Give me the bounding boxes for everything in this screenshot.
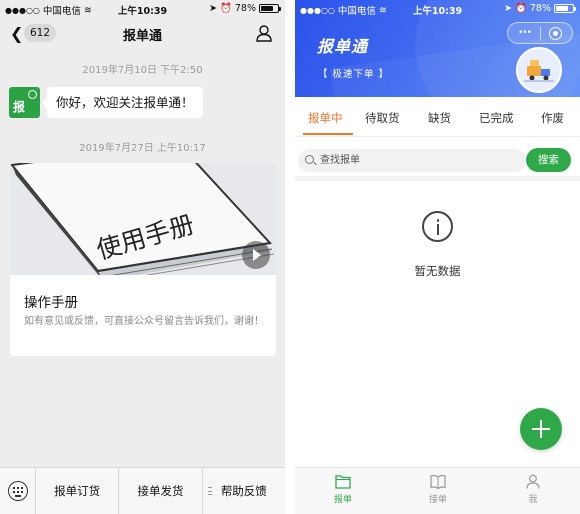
- signal-icon: ●●●○○: [5, 5, 40, 15]
- chat-title: 报单通: [122, 29, 163, 44]
- back-chevron-icon[interactable]: ❮: [10, 24, 23, 43]
- more-dots-icon[interactable]: •••: [518, 28, 532, 38]
- tabbar-label: 接单: [428, 495, 447, 505]
- info-icon: [422, 211, 453, 242]
- mini-program-screen: ●●●○○ 中国电信 ≋ 上午10:39 ➤ ⏰ 78% 报单通 【 极速下单 …: [295, 0, 580, 514]
- keyboard-icon: [7, 481, 28, 501]
- delivery-truck-icon: [516, 47, 562, 93]
- menu-label: 帮助反馈: [220, 484, 267, 498]
- chat-nav-bar: ❮ 612 报单通: [0, 17, 285, 49]
- article-card[interactable]: 使用手册 操作手册 如有意见或反馈，可直接公众号留言告诉我们，谢谢！: [10, 163, 276, 356]
- menu-order-goods[interactable]: 报单订货: [36, 468, 120, 514]
- message-timestamp: 2019年7月10日 下午2:50: [82, 65, 203, 76]
- alarm-icon: ⏰: [220, 3, 232, 14]
- tabbar-item-me[interactable]: 我: [503, 474, 563, 505]
- tabbar-item-orders[interactable]: 报单: [313, 474, 373, 505]
- search-icon: [305, 155, 314, 164]
- submenu-lines-icon: [207, 487, 212, 495]
- wechat-chat-screen: ●●●○○ 中国电信 ≋ 上午10:39 ➤ ⏰ 78% ❮ 612 报单通 2…: [0, 0, 285, 514]
- menu-label: 接单发货: [137, 484, 184, 498]
- greeting-message-bubble[interactable]: 你好，欢迎关注报单通！: [42, 87, 203, 118]
- tabbar-label: 我: [528, 495, 538, 505]
- banner-tagline: 【 极速下单 】: [318, 69, 390, 80]
- menu-label: 报单订货: [54, 484, 101, 498]
- book-icon: [430, 474, 446, 489]
- clock-badge-icon: [28, 90, 37, 99]
- add-order-button[interactable]: [520, 408, 562, 450]
- location-icon: ➤: [209, 3, 218, 14]
- search-field-container: [298, 149, 526, 172]
- wifi-icon: ≋: [83, 4, 92, 16]
- tab-completed[interactable]: 已完成: [479, 110, 514, 126]
- close-target-icon[interactable]: [549, 27, 562, 40]
- search-button[interactable]: 搜索: [526, 148, 571, 172]
- article-description: 如有意见或反馈，可直接公众号留言告诉我们，谢谢！: [24, 316, 264, 327]
- folder-icon: [335, 475, 351, 489]
- empty-state-text: 暂无数据: [414, 264, 461, 278]
- status-bar: ●●●○○ 中国电信 ≋ 上午10:39 ➤ ⏰ 78%: [295, 0, 580, 17]
- signal-icon: ●●●○○: [300, 5, 335, 15]
- carrier-label: 中国电信: [42, 6, 81, 17]
- tab-ordering[interactable]: 报单中: [308, 110, 343, 126]
- user-profile-icon[interactable]: [255, 24, 273, 42]
- carrier-label: 中国电信: [337, 6, 376, 17]
- status-bar: ●●●○○ 中国电信 ≋ 上午10:39 ➤ ⏰ 78%: [0, 0, 285, 17]
- mini-program-capsule: •••: [507, 22, 573, 44]
- location-icon: ➤: [504, 3, 513, 14]
- battery-percent: 78%: [529, 3, 551, 14]
- article-cover-image: 使用手册: [10, 163, 276, 275]
- tabbar-item-accept[interactable]: 接单: [408, 474, 468, 505]
- status-time: 上午10:39: [412, 6, 463, 17]
- wifi-icon: ≋: [378, 4, 387, 16]
- menu-accept-ship[interactable]: 接单发货: [119, 468, 203, 514]
- avatar-text: 报: [13, 100, 26, 114]
- status-time: 上午10:39: [117, 6, 168, 17]
- active-tab-indicator: [303, 133, 353, 135]
- tabbar-label: 报单: [333, 495, 352, 505]
- tab-awaiting-pickup[interactable]: 待取货: [365, 110, 400, 126]
- header-banner: ●●●○○ 中国电信 ≋ 上午10:39 ➤ ⏰ 78% 报单通 【 极速下单 …: [295, 0, 580, 97]
- tab-voided[interactable]: 作废: [541, 110, 564, 126]
- bottom-tab-bar: 报单 接单 我: [295, 467, 580, 514]
- manual-book-illustration: 使用手册: [10, 163, 276, 275]
- battery-percent: 78%: [234, 3, 256, 14]
- menu-help-feedback[interactable]: 帮助反馈: [203, 468, 285, 514]
- keyboard-toggle[interactable]: [0, 468, 36, 514]
- screen-divider: [285, 0, 295, 514]
- message-timestamp: 2019年7月27日 上午10:17: [79, 143, 206, 154]
- chat-menu-bar: 报单订货 接单发货 帮助反馈: [0, 467, 285, 514]
- article-title: 操作手册: [24, 295, 78, 311]
- unread-count-badge[interactable]: 612: [24, 24, 57, 42]
- banner-title: 报单通: [317, 37, 369, 56]
- battery-icon: [554, 4, 576, 13]
- order-status-tabs: 报单中 待取货 缺货 已完成 作废: [295, 97, 580, 137]
- alarm-icon: ⏰: [515, 3, 527, 14]
- search-input[interactable]: [320, 151, 515, 170]
- tab-out-of-stock[interactable]: 缺货: [428, 110, 451, 126]
- battery-icon: [259, 4, 281, 13]
- play-arrow-icon: [242, 241, 270, 269]
- person-icon: [526, 474, 540, 489]
- official-account-avatar[interactable]: 报: [9, 87, 40, 118]
